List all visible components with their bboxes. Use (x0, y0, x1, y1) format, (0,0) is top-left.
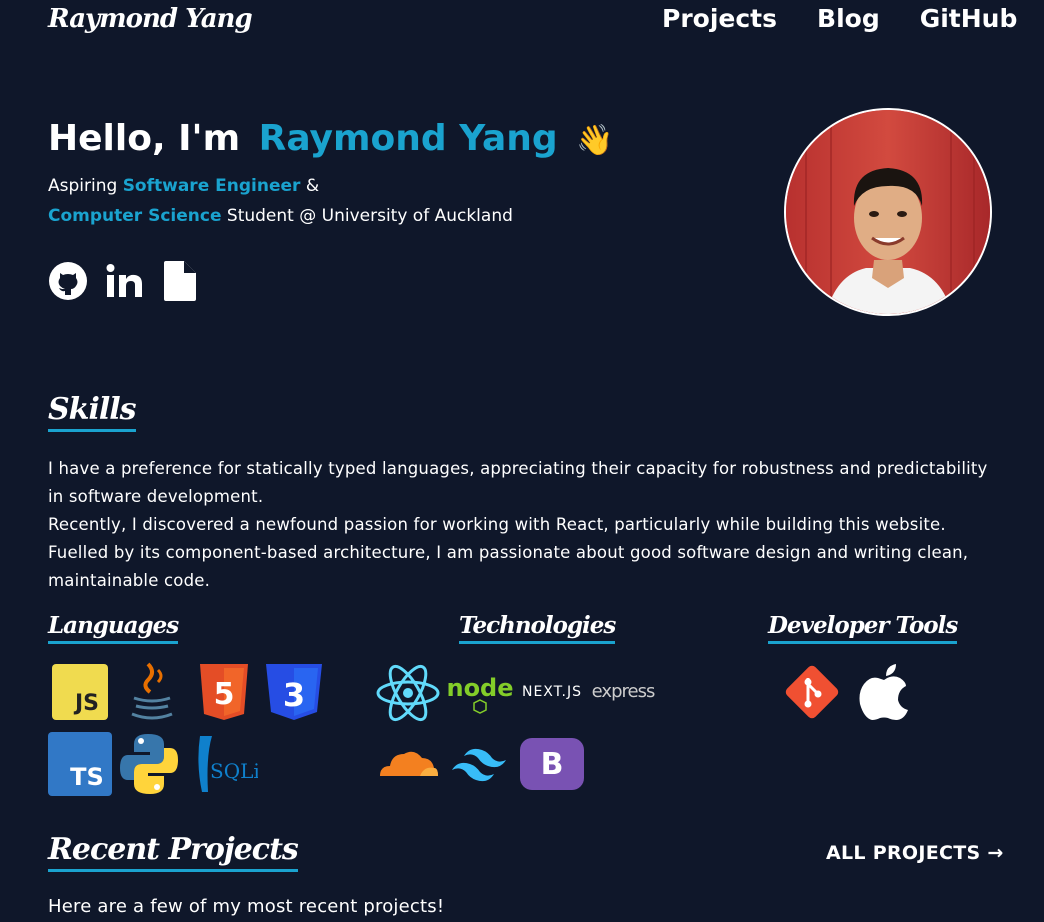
typescript-icon-label: TS (70, 763, 104, 791)
bootstrap-icon-label: B (540, 746, 564, 782)
languages-heading: Languages (48, 612, 179, 644)
nav-blog-link[interactable]: Blog (817, 4, 880, 33)
javascript-icon-label: JS (74, 690, 100, 716)
bootstrap-icon: B (520, 738, 584, 790)
subtitle-rest: Student @ University of Auckland (226, 206, 513, 226)
site-logo[interactable]: Raymond Yang (48, 4, 253, 34)
express-icon-label: express (591, 680, 656, 702)
subtitle-suffix: & (305, 176, 320, 196)
css3-icon: 3 (264, 664, 324, 720)
avatar (784, 108, 992, 316)
hero-greeting: Hello, I'm (48, 118, 241, 159)
hero-subtitle-line2: Computer Science Student @ University of… (48, 206, 513, 226)
nodejs-icon-label: node (446, 674, 513, 702)
skills-heading: Skills (48, 392, 137, 432)
hero-name: Raymond Yang (258, 118, 558, 159)
python-icon (118, 732, 180, 796)
html5-icon: 5 (198, 664, 250, 720)
express-icon: express (591, 676, 656, 706)
recent-projects-heading: Recent Projects (48, 832, 299, 872)
typescript-icon: TS (48, 732, 112, 796)
wave-emoji: 👋 (576, 123, 614, 158)
resume-file-icon[interactable] (164, 261, 196, 301)
java-icon (126, 660, 178, 724)
subtitle-role: Software Engineer (122, 176, 301, 196)
nodejs-icon: node (446, 670, 514, 714)
sqlite-icon: SQLite (192, 736, 258, 794)
cloudflare-icon (376, 744, 440, 780)
subtitle-field: Computer Science (48, 206, 222, 226)
javascript-icon: JS (52, 664, 108, 720)
sqlite-icon-label: SQLite (210, 759, 258, 783)
recent-projects-intro: Here are a few of my most recent project… (48, 896, 445, 917)
linkedin-icon[interactable] (105, 262, 145, 302)
all-projects-link[interactable]: ALL PROJECTS → (826, 842, 1004, 864)
nav-projects-link[interactable]: Projects (662, 4, 777, 33)
git-icon (784, 664, 840, 720)
skills-paragraph-1: I have a preference for statically typed… (48, 459, 988, 506)
technologies-heading: Technologies (459, 612, 616, 644)
hero-subtitle-line1: Aspiring Software Engineer & (48, 176, 319, 196)
hero-title: Hello, I'm Raymond Yang 👋 (48, 118, 614, 159)
apple-icon (858, 662, 910, 722)
skills-paragraph-2: Recently, I discovered a newfound passio… (48, 515, 969, 590)
tailwind-icon (446, 744, 514, 784)
nextjs-icon: NEXT.JS (518, 680, 586, 704)
nextjs-icon-label: NEXT.JS (521, 684, 583, 700)
react-icon (376, 664, 440, 722)
main-nav: Projects Blog GitHub (662, 4, 1017, 33)
github-icon[interactable] (48, 261, 88, 301)
nav-github-link[interactable]: GitHub (920, 4, 1018, 33)
css3-icon-label: 3 (283, 676, 305, 714)
devtools-heading: Developer Tools (768, 612, 958, 644)
subtitle-prefix: Aspiring (48, 176, 118, 196)
html5-icon-label: 5 (214, 677, 235, 712)
